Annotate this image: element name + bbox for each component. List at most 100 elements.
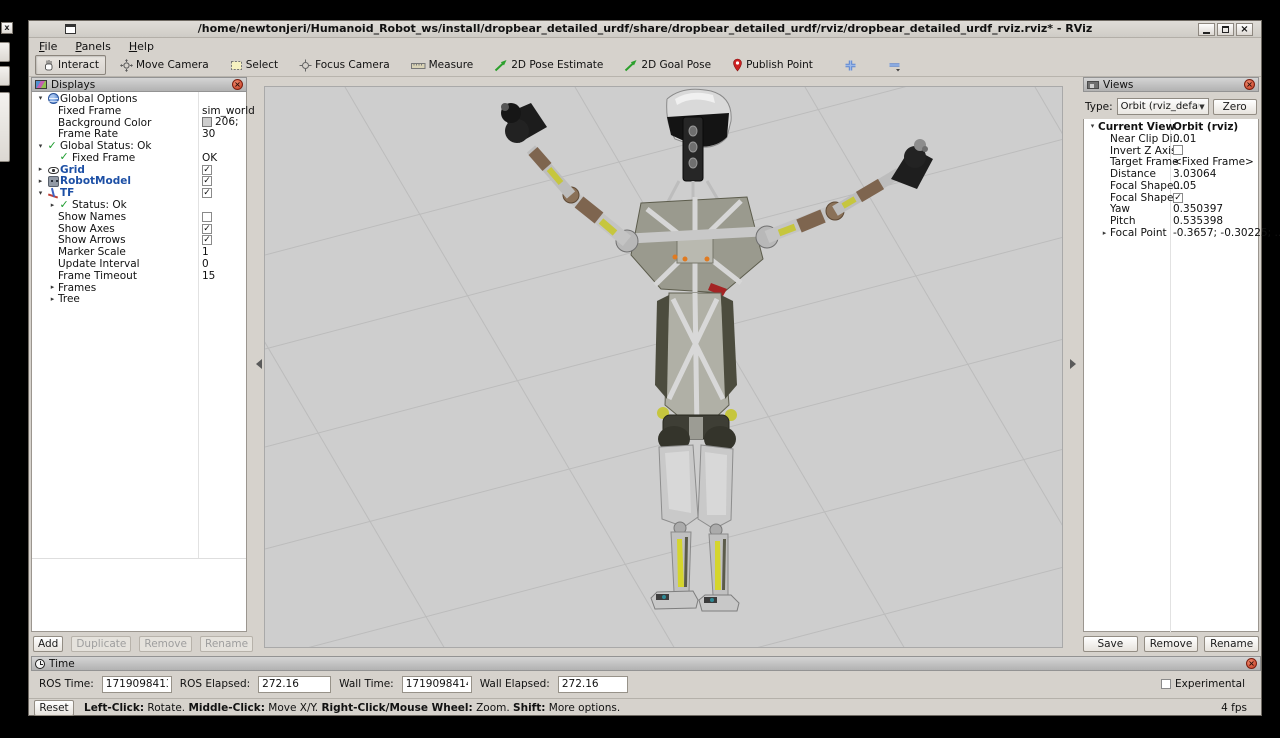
tree-row-target-frame[interactable]: Target Frame<Fixed Frame> (1085, 156, 1257, 168)
tree-row-focal-shape[interactable]: Focal Shape...✓ (1085, 192, 1257, 204)
time-panel-header[interactable]: Time × (31, 656, 1261, 671)
green-arrow-icon (494, 59, 508, 72)
remove-tool-button[interactable] (881, 55, 908, 75)
tree-row-status-ok[interactable]: ▸Status: Ok (33, 199, 245, 211)
tool-interact[interactable]: Interact (35, 55, 106, 75)
expander-icon[interactable]: ▸ (47, 294, 58, 305)
expander-icon[interactable]: ▾ (35, 188, 46, 199)
tree-row-pitch[interactable]: Pitch0.535398 (1085, 215, 1257, 227)
checkbox[interactable]: ✓ (202, 176, 212, 186)
background-window-sliver (0, 42, 10, 62)
expander-icon[interactable]: ▸ (47, 282, 58, 293)
checkbox[interactable]: ✓ (202, 235, 212, 245)
background-window-close-icon[interactable]: x (1, 22, 13, 34)
menu-bar: File Panels Help (29, 38, 1261, 54)
tree-row-fixed-frame[interactable]: Fixed FrameOK (33, 152, 245, 164)
views-panel-title: Views (1103, 79, 1133, 91)
views-panel-header[interactable]: Views × (1083, 77, 1259, 92)
tree-row-show-names[interactable]: Show Names (33, 211, 245, 223)
close-button[interactable]: × (1236, 23, 1253, 36)
checkbox[interactable] (1173, 145, 1183, 155)
tool-2d-goal-pose[interactable]: 2D Goal Pose (617, 55, 718, 75)
add-tool-button[interactable] (837, 55, 864, 75)
rename-button[interactable]: Rename (1204, 636, 1259, 652)
checkbox[interactable]: ✓ (1173, 193, 1183, 203)
tree-row-show-arrows[interactable]: Show Arrows✓ (33, 235, 245, 247)
tree-row-frame-rate[interactable]: Frame Rate30 (33, 128, 245, 140)
collapse-right-icon[interactable] (1070, 359, 1076, 369)
tool-label: 2D Pose Estimate (511, 59, 603, 71)
tree-row-current-view[interactable]: ▾Current ViewOrbit (rviz) (1085, 121, 1257, 133)
displays-panel-header[interactable]: Displays × (31, 77, 247, 92)
tree-row-focal-shape[interactable]: Focal Shape...0.05 (1085, 180, 1257, 192)
property-value: <Fixed Frame> (1173, 156, 1254, 168)
menu-file[interactable]: File (39, 40, 57, 53)
ros-elapsed-field[interactable] (258, 676, 331, 693)
value-text: sim_world (202, 105, 255, 117)
tree-row-grid[interactable]: ▸Grid✓ (33, 164, 245, 176)
time-panel-title: Time (49, 658, 75, 670)
status-hint: Left-Click: Rotate. Middle-Click: Move X… (84, 702, 620, 714)
expander-icon[interactable]: ▾ (1087, 121, 1098, 132)
wall-time-field[interactable] (402, 676, 472, 693)
tree-row-frames[interactable]: ▸Frames (33, 282, 245, 294)
property-label: Global Status: Ok (60, 140, 152, 152)
zero-button[interactable]: Zero (1213, 99, 1257, 115)
tool-2d-pose-estimate[interactable]: 2D Pose Estimate (487, 55, 610, 75)
tree-row-distance[interactable]: Distance3.03064 (1085, 168, 1257, 180)
checkbox[interactable] (202, 212, 212, 222)
tree-row-global-options[interactable]: ▾ Global Options (33, 93, 245, 105)
remove-button[interactable]: Remove (1144, 636, 1199, 652)
tree-row-invert-z-axis[interactable]: Invert Z Axis (1085, 145, 1257, 157)
checkbox[interactable]: ✓ (202, 224, 212, 234)
views-close-icon[interactable]: × (1244, 79, 1255, 90)
expander-icon[interactable]: ▾ (35, 141, 46, 152)
title-bar[interactable]: /home/newtonjeri/Humanoid_Robot_ws/insta… (29, 21, 1261, 38)
tool-measure[interactable]: Measure (404, 55, 481, 75)
time-close-icon[interactable]: × (1246, 658, 1257, 669)
expander-icon[interactable]: ▾ (35, 93, 46, 104)
tree-row-robotmodel[interactable]: ▸RobotModel✓ (33, 176, 245, 188)
tree-row-show-axes[interactable]: Show Axes✓ (33, 223, 245, 235)
tree-row-focal-point[interactable]: ▸Focal Point-0.3657; -0.30225; ... (1085, 227, 1257, 239)
tree-row-near-clip-di[interactable]: Near Clip Di...0.01 (1085, 133, 1257, 145)
wall-elapsed-field[interactable] (558, 676, 628, 693)
tool-select[interactable]: Select (223, 55, 285, 75)
tool-publish-point[interactable]: Publish Point (725, 55, 820, 75)
experimental-checkbox[interactable] (1161, 679, 1171, 689)
property-value: ✓ (202, 188, 212, 198)
reset-button[interactable]: Reset (34, 700, 74, 716)
tree-row-yaw[interactable]: Yaw0.350397 (1085, 204, 1257, 216)
expander-icon[interactable]: ▸ (47, 200, 58, 211)
menu-help[interactable]: Help (129, 40, 154, 53)
render-viewport[interactable] (264, 86, 1063, 648)
expander-icon[interactable]: ▸ (35, 176, 46, 187)
add-button[interactable]: Add (33, 636, 63, 652)
view-type-dropdown[interactable]: Orbit (rviz_default_ ▼ (1117, 98, 1209, 115)
displays-close-icon[interactable]: × (232, 79, 243, 90)
save-button[interactable]: Save (1083, 636, 1138, 652)
tool-focus-camera[interactable]: Focus Camera (292, 55, 397, 75)
rviz-window: /home/newtonjeri/Humanoid_Robot_ws/insta… (28, 20, 1262, 716)
menu-panels[interactable]: Panels (75, 40, 110, 53)
tree-row-marker-scale[interactable]: Marker Scale1 (33, 246, 245, 258)
tree-row-frame-timeout[interactable]: Frame Timeout15 (33, 270, 245, 282)
value-text: 0.350397 (1173, 203, 1223, 215)
maximize-button[interactable] (1217, 23, 1234, 36)
tree-row-fixed-frame[interactable]: Fixed Framesim_world (33, 105, 245, 117)
checkbox[interactable]: ✓ (202, 165, 212, 175)
minimize-button[interactable] (1198, 23, 1215, 36)
tree-row-background-color[interactable]: Background Color206; (33, 117, 245, 129)
checkbox[interactable]: ✓ (202, 188, 212, 198)
expander-icon[interactable]: ▸ (1099, 228, 1110, 239)
collapse-left-icon[interactable] (256, 359, 262, 369)
tree-row-update-interval[interactable]: Update Interval0 (33, 258, 245, 270)
color-swatch[interactable] (202, 117, 212, 127)
tool-move-camera[interactable]: Move Camera (113, 55, 216, 75)
property-label: Show Names (58, 211, 126, 223)
ros-time-field[interactable] (102, 676, 172, 693)
tool-label: Publish Point (746, 59, 813, 71)
property-label: Global Options (60, 93, 137, 105)
expander-icon[interactable]: ▸ (35, 164, 46, 175)
tree-row-tree[interactable]: ▸Tree (33, 294, 245, 306)
